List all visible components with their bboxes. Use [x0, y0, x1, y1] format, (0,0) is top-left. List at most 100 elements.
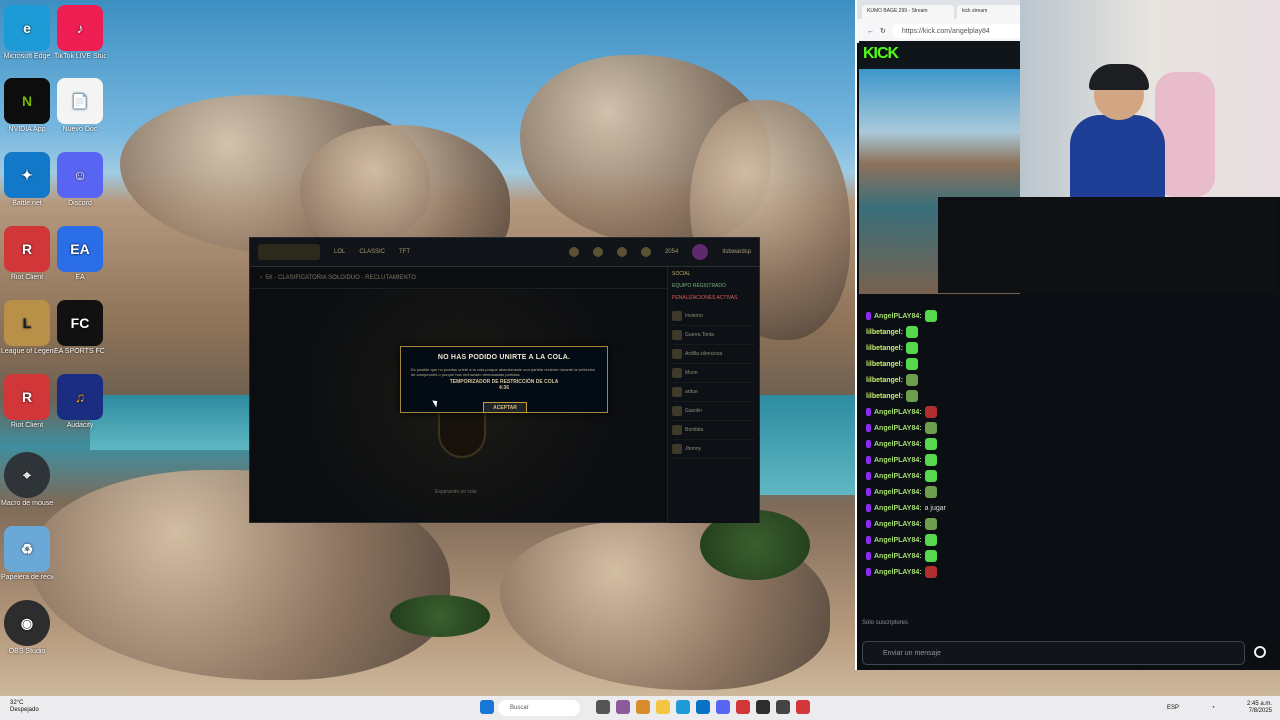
collection-icon[interactable]: [616, 247, 627, 257]
store-icon[interactable]: [640, 247, 651, 257]
taskbar-search[interactable]: Buscar: [498, 700, 580, 716]
home-icon[interactable]: [568, 247, 579, 257]
mouse-macro-icon: ⌖: [4, 452, 50, 498]
friend-row[interactable]: Guerra Tonta: [672, 326, 755, 345]
chat-message-input[interactable]: Enviar un mensaje: [862, 641, 1245, 665]
side-heading-social: SOCIAL: [672, 271, 691, 277]
tiktok-desktop-icon[interactable]: ♪TikTok LIVE Studio: [54, 5, 106, 69]
fc26-desktop-icon[interactable]: FCEA SPORTS FC 26: [54, 300, 106, 364]
recycle-bin-desktop-icon[interactable]: ♻Papelera de reciclaje: [1, 526, 53, 590]
friend-row[interactable]: ardue: [672, 383, 755, 402]
browser-tab[interactable]: KUMO BAGE 299 - Stream: [862, 5, 954, 19]
language-indicator[interactable]: ESP: [1167, 705, 1179, 711]
fc26-icon: FC: [57, 300, 103, 346]
system-tray: ESP ◔ 2:45 a.m. 7/8/2025: [1167, 701, 1272, 715]
nvidia-desktop-icon[interactable]: N NVIDIA App: [1, 78, 53, 142]
play-button[interactable]: [258, 244, 320, 260]
riot-icon: R: [4, 226, 50, 272]
mouse-macro-desktop-icon[interactable]: ⌖ Macro de mouse: [1, 452, 53, 516]
emote-icon: [924, 422, 937, 434]
obs-desktop-icon[interactable]: ◉ OBS Studio: [1, 600, 53, 664]
ea-desktop-icon[interactable]: EA EA: [54, 226, 106, 290]
back-icon[interactable]: ←: [867, 28, 874, 35]
windows-taskbar: 32°C Despejado Buscar ESP ◔ 2:45 a.m. 7/…: [0, 696, 1280, 720]
webcam-overlay: [1020, 0, 1280, 197]
currency-value: 2054: [664, 249, 679, 255]
subscriber-badge-icon: [866, 440, 871, 448]
chat-message: lilbetangel:: [858, 372, 1278, 388]
subscriber-badge-icon: [866, 520, 871, 528]
friend-row[interactable]: Gasolin: [672, 402, 755, 421]
chat-message: AngelPLAY84:: [858, 420, 1278, 436]
emote-icon: [905, 390, 918, 402]
emote-icon: [905, 326, 918, 338]
weather-widget[interactable]: 32°C Despejado: [10, 700, 70, 716]
friend-row[interactable]: Moon: [672, 364, 755, 383]
avatar[interactable]: [692, 244, 709, 260]
chat-message: AngelPLAY84:: [858, 548, 1278, 564]
friend-avatar: [672, 330, 682, 340]
side-heading-team: EQUIPO REGISTRADO: [672, 283, 726, 289]
back-arrow-icon[interactable]: ‹: [260, 275, 262, 281]
emote-icon: [924, 550, 937, 562]
friend-avatar: [672, 387, 682, 397]
task-view-icon[interactable]: [596, 700, 610, 714]
riot-client-2-desktop-icon[interactable]: R Riot Client: [1, 374, 53, 438]
nav-lol[interactable]: LOL: [334, 249, 345, 255]
emote-icon: [924, 486, 937, 498]
file-explorer-icon[interactable]: [656, 700, 670, 714]
restriction-timer: TEMPORIZADOR DE RESTRICCIÓN DE COLA 4:36: [401, 379, 607, 391]
chat-message: AngelPLAY84:: [858, 404, 1278, 420]
league-taskbar-icon[interactable]: [796, 700, 810, 714]
subscribers-only-notice: Sólo suscriptores: [862, 620, 909, 626]
kick-logo[interactable]: KICK: [863, 45, 899, 63]
battlenet-desktop-icon[interactable]: ✦ Battle.net: [1, 152, 53, 216]
edge-taskbar-icon[interactable]: [676, 700, 690, 714]
app-taskbar-icon[interactable]: [776, 700, 790, 714]
league-top-nav: LOL CLASSIC TFT 2054 itsbwardsp: [250, 238, 759, 267]
stream-mini-panel: [938, 197, 1278, 293]
audacity-desktop-icon[interactable]: ♫ Audacity: [54, 374, 106, 438]
chat-message: lilbetangel:: [858, 388, 1278, 404]
widget-app-icon[interactable]: [616, 700, 630, 714]
discord-icon: ☺: [57, 152, 103, 198]
emote-icon: [924, 454, 937, 466]
edge-desktop-icon[interactable]: e Microsoft Edge: [1, 5, 53, 69]
emote-icon: [924, 310, 937, 322]
riot-client-desktop-icon[interactable]: R Riot Client: [1, 226, 53, 290]
friend-row[interactable]: Bombita: [672, 421, 755, 440]
friend-row[interactable]: Jhonny: [672, 440, 755, 459]
emote-icon: [924, 438, 937, 450]
windows-start-icon[interactable]: [480, 700, 494, 714]
streamer-cap: [1089, 64, 1149, 90]
store-icon[interactable]: [696, 700, 710, 714]
friend-row[interactable]: Ardilla silenciosa: [672, 345, 755, 364]
timer-value: 4:36: [498, 385, 509, 391]
dialog-message: Es posible que no puedas unirte a la col…: [411, 367, 596, 377]
nav-classic[interactable]: CLASSIC: [359, 249, 385, 255]
clock[interactable]: 2:45 a.m. 7/8/2025: [1247, 701, 1272, 715]
chrome-icon[interactable]: [636, 700, 650, 714]
refresh-icon[interactable]: ↻: [880, 27, 886, 35]
gear-icon[interactable]: [1254, 646, 1266, 658]
obs-taskbar-icon[interactable]: [756, 700, 770, 714]
chat-message: AngelPLAY84: a jugar: [858, 500, 1278, 516]
subscriber-badge-icon: [866, 504, 871, 512]
subscriber-badge-icon: [866, 312, 871, 320]
desktop-icon-grid: eMicrosoft Edge ♪TikTok LIVE Studio NNVI…: [0, 0, 110, 690]
chat-message: AngelPLAY84:: [858, 516, 1278, 532]
friend-row[interactable]: Invierno: [672, 307, 755, 326]
document-desktop-icon[interactable]: 📄 Nuevo Doc: [54, 78, 106, 142]
nav-tft[interactable]: TFT: [399, 249, 410, 255]
league-desktop-icon[interactable]: LLeague of Legends: [1, 300, 53, 364]
friend-avatar: [672, 311, 682, 321]
chat-message: AngelPLAY84:: [858, 452, 1278, 468]
nvidia-icon: N: [4, 78, 50, 124]
wifi-icon[interactable]: ◔: [1211, 705, 1215, 711]
profile-icon[interactable]: [592, 247, 603, 257]
emote-icon: [924, 534, 937, 546]
accept-button[interactable]: ACEPTAR: [483, 402, 527, 413]
discord-taskbar-icon[interactable]: [716, 700, 730, 714]
discord-desktop-icon[interactable]: ☺ Discord: [54, 152, 106, 216]
riot-taskbar-icon[interactable]: [736, 700, 750, 714]
